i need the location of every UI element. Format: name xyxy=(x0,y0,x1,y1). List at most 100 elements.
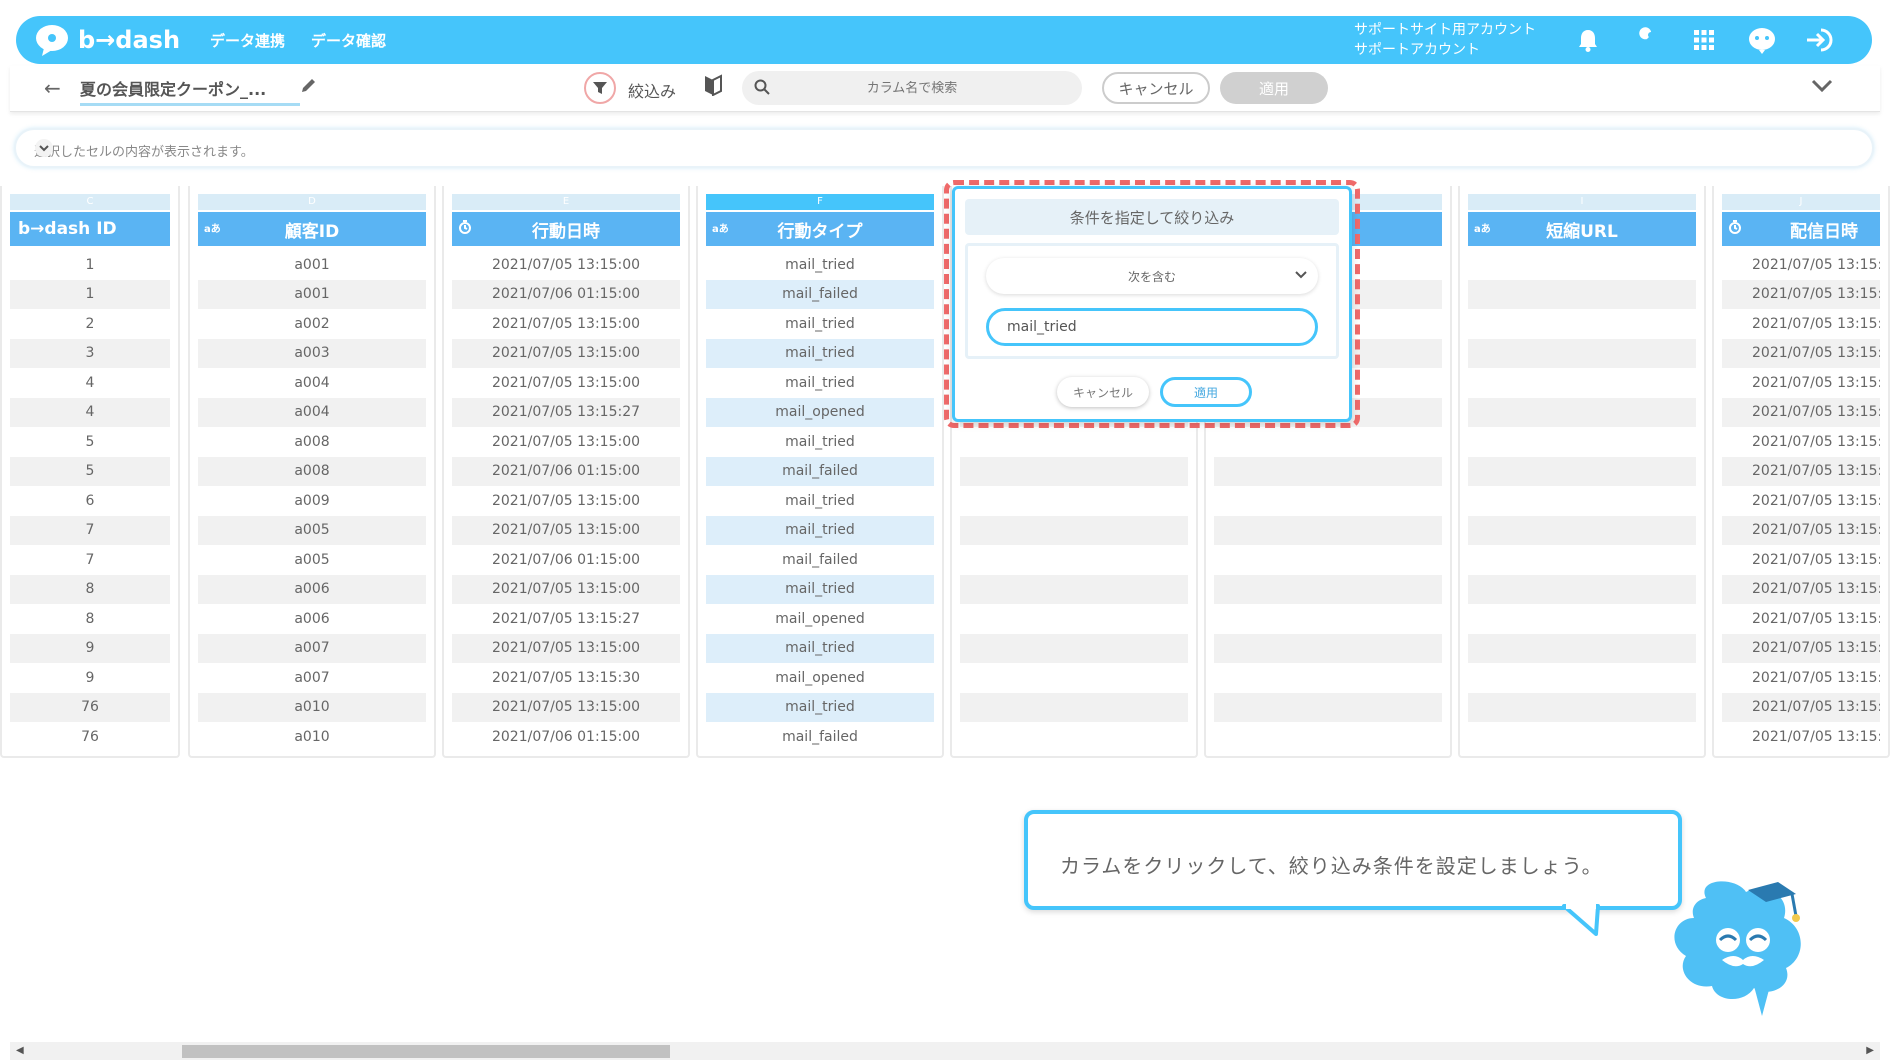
table-cell[interactable] xyxy=(960,692,1188,722)
table-cell[interactable]: a010 xyxy=(198,692,426,722)
column-letter[interactable]: J xyxy=(1722,194,1880,210)
table-cell[interactable]: mail_failed xyxy=(706,279,934,309)
filter-value-input[interactable] xyxy=(986,308,1318,346)
table-cell[interactable] xyxy=(1468,250,1696,280)
table-cell[interactable] xyxy=(1214,456,1442,486)
scroll-left-icon[interactable]: ◀ xyxy=(16,1045,24,1056)
table-cell[interactable]: 5 xyxy=(10,427,170,457)
table-cell[interactable]: 6 xyxy=(10,486,170,516)
table-cell[interactable]: 2021/07/05 13:15:00 xyxy=(452,633,680,663)
table-cell[interactable]: mail_tried xyxy=(706,309,934,339)
cancel-button[interactable]: キャンセル xyxy=(1102,72,1210,104)
table-cell[interactable]: mail_tried xyxy=(706,574,934,604)
grid-column[interactable]: J配信日時2021/07/05 13:15:002021/07/05 13:15… xyxy=(1712,186,1890,758)
table-cell[interactable] xyxy=(1468,427,1696,457)
table-cell[interactable] xyxy=(1214,515,1442,545)
column-search[interactable] xyxy=(742,71,1082,105)
popup-cancel-button[interactable]: キャンセル xyxy=(1057,377,1149,407)
back-arrow-icon[interactable]: ← xyxy=(44,76,61,100)
table-cell[interactable] xyxy=(960,456,1188,486)
table-cell[interactable]: a005 xyxy=(198,545,426,575)
column-search-input[interactable] xyxy=(782,80,1042,96)
table-cell[interactable]: 2021/07/05 13:15:00 xyxy=(452,427,680,457)
support-chat-icon[interactable] xyxy=(1746,24,1778,56)
table-cell[interactable]: 2021/07/05 13:15:00 xyxy=(452,250,680,280)
table-cell[interactable]: 2021/07/05 13:15:00 xyxy=(1722,545,1880,575)
table-cell[interactable] xyxy=(1214,633,1442,663)
column-header[interactable]: aあ 短縮URL xyxy=(1468,212,1696,246)
table-cell[interactable] xyxy=(960,545,1188,575)
table-cell[interactable] xyxy=(1468,604,1696,634)
table-cell[interactable]: 2021/07/05 13:15:00 xyxy=(1722,309,1880,339)
table-cell[interactable]: 3 xyxy=(10,338,170,368)
table-cell[interactable]: mail_tried xyxy=(706,486,934,516)
grid-column[interactable]: Iaあ 短縮URL xyxy=(1458,186,1706,758)
table-cell[interactable]: 2 xyxy=(10,309,170,339)
table-cell[interactable] xyxy=(960,722,1188,752)
grid-menu-icon[interactable] xyxy=(1688,24,1720,56)
table-cell[interactable] xyxy=(1214,663,1442,693)
table-cell[interactable]: 2021/07/06 01:15:00 xyxy=(452,545,680,575)
table-cell[interactable] xyxy=(1468,692,1696,722)
table-cell[interactable]: 5 xyxy=(10,456,170,486)
table-cell[interactable] xyxy=(1214,545,1442,575)
table-cell[interactable] xyxy=(1468,368,1696,398)
table-cell[interactable]: 2021/07/06 01:15:00 xyxy=(452,722,680,752)
logout-icon[interactable] xyxy=(1804,24,1836,56)
table-cell[interactable]: 2021/07/06 01:15:00 xyxy=(452,456,680,486)
table-cell[interactable]: 2021/07/05 13:15:00 xyxy=(1722,427,1880,457)
table-cell[interactable]: 2021/07/05 13:15:30 xyxy=(452,663,680,693)
logo[interactable]: b→dash xyxy=(34,24,184,56)
table-cell[interactable] xyxy=(960,427,1188,457)
table-cell[interactable]: a006 xyxy=(198,574,426,604)
table-cell[interactable]: mail_tried xyxy=(706,692,934,722)
table-cell[interactable] xyxy=(1468,515,1696,545)
table-cell[interactable]: 1 xyxy=(10,279,170,309)
chevron-down-icon[interactable] xyxy=(1810,78,1834,98)
table-cell[interactable]: 2021/07/05 13:15:00 xyxy=(452,368,680,398)
table-cell[interactable]: 9 xyxy=(10,663,170,693)
grid-column[interactable]: E 行動日時 2021/07/05 13:15:00 2021/07/06 01:15… xyxy=(442,186,690,758)
table-cell[interactable]: a001 xyxy=(198,279,426,309)
table-cell[interactable]: 2021/07/05 13:15:00 xyxy=(452,309,680,339)
table-cell[interactable]: 2021/07/05 13:15:00 xyxy=(1722,692,1880,722)
column-letter[interactable]: D xyxy=(198,194,426,210)
table-cell[interactable]: a004 xyxy=(198,368,426,398)
table-cell[interactable]: 2021/07/05 13:15:27 xyxy=(452,397,680,427)
apply-button[interactable]: 適用 xyxy=(1220,72,1328,104)
column-header[interactable]: aあ 行動タイプ xyxy=(706,212,934,246)
table-cell[interactable] xyxy=(1214,604,1442,634)
table-cell[interactable] xyxy=(1468,338,1696,368)
table-cell[interactable]: mail_opened xyxy=(706,397,934,427)
table-cell[interactable]: mail_opened xyxy=(706,604,934,634)
table-cell[interactable] xyxy=(1468,456,1696,486)
table-cell[interactable]: 2021/07/05 13:15:00 xyxy=(1722,486,1880,516)
table-cell[interactable]: 2021/07/05 13:15:00 xyxy=(452,692,680,722)
table-cell[interactable] xyxy=(1468,309,1696,339)
table-cell[interactable]: 2021/07/05 13:15:00 xyxy=(452,486,680,516)
scroll-right-icon[interactable]: ▶ xyxy=(1866,1045,1874,1056)
sheet-title[interactable]: 夏の会員限定クーポン_... xyxy=(80,76,300,106)
table-cell[interactable] xyxy=(960,515,1188,545)
table-cell[interactable] xyxy=(1468,633,1696,663)
table-cell[interactable]: a008 xyxy=(198,427,426,457)
table-cell[interactable]: a005 xyxy=(198,515,426,545)
nav-data-integration[interactable]: データ連携 xyxy=(210,30,285,51)
table-cell[interactable]: a008 xyxy=(198,456,426,486)
table-cell[interactable]: a002 xyxy=(198,309,426,339)
table-cell[interactable] xyxy=(1214,692,1442,722)
table-cell[interactable]: 2021/07/05 13:15:00 xyxy=(1722,515,1880,545)
table-cell[interactable] xyxy=(960,574,1188,604)
table-cell[interactable]: a007 xyxy=(198,633,426,663)
table-cell[interactable] xyxy=(1214,427,1442,457)
table-cell[interactable]: 7 xyxy=(10,515,170,545)
table-cell[interactable]: mail_tried xyxy=(706,427,934,457)
grid-column[interactable]: Faあ 行動タイプ mail_tried mail_failed mail_tried m… xyxy=(696,186,944,758)
grid-column[interactable]: Cb→dash ID 1 1 2 3 4 4 5 5 6 7 7 8 8 9 9 76 76 xyxy=(0,186,180,758)
table-cell[interactable] xyxy=(1468,663,1696,693)
table-cell[interactable]: 4 xyxy=(10,397,170,427)
table-cell[interactable] xyxy=(1468,722,1696,752)
table-cell[interactable] xyxy=(1214,722,1442,752)
table-cell[interactable]: 7 xyxy=(10,545,170,575)
table-cell[interactable]: 2021/07/05 13:15:00 xyxy=(1722,604,1880,634)
